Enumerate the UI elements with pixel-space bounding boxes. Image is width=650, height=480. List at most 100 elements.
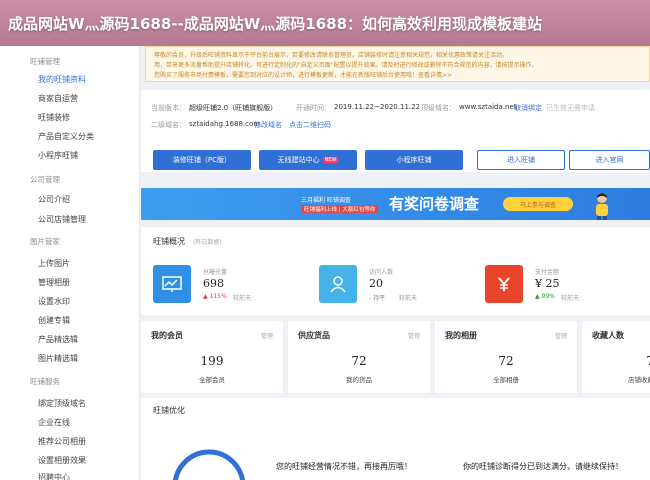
albums-card[interactable]: 我的相册 管理 72 全部相册 xyxy=(435,321,577,393)
enter-shop-button[interactable]: 进入旺铺 xyxy=(477,150,565,170)
domain-label: 顶级域名： xyxy=(421,104,456,112)
ad-tag: 三月福利 旺铺调查 xyxy=(301,197,351,204)
albums-count: 72 xyxy=(498,354,514,368)
title-banner: 成品网站W灬源码1688--成品网站W灬源码1688：如何高效利用现成模板建站 xyxy=(0,0,650,46)
sidebar-item-self-operation[interactable]: 商家自运营 xyxy=(38,93,78,104)
subdomain-label: 二级域名： xyxy=(151,121,186,129)
survey-ad-banner[interactable]: 三月福利 旺铺调查 旺铺福利上线 | 大额红包等你 有奖问卷调查 马上参与调查 xyxy=(141,188,650,220)
stat-exposure-trend: ▲ 115% xyxy=(203,293,227,300)
members-title: 我的会员 xyxy=(151,331,183,340)
albums-title: 我的相册 xyxy=(445,331,477,340)
overview-title: 旺铺概况 xyxy=(153,237,185,246)
stat-payment-label: 支付金额 xyxy=(535,269,560,276)
sidebar-item-create-album[interactable]: 创建专辑 xyxy=(38,315,70,326)
sidebar-item-custom-category[interactable]: 产品自定义分类 xyxy=(38,131,94,142)
stat-visitors-trend: - 持平 xyxy=(369,295,386,302)
notice-bar: 尊敬的会员，升级后旺铺资料显示于平台前台展示，若要修改请联系管理员。店铺装修时请… xyxy=(145,46,650,82)
shop-info-card: 当前版本： 超级旺铺2.0（旺铺旗舰版） 开通时间： 2019.11.22~20… xyxy=(141,90,650,172)
score-gauge-icon xyxy=(173,449,245,480)
sidebar-item-recommend-albums[interactable]: 推荐公司相册 xyxy=(38,436,86,447)
sidebar-group-company[interactable]: 公司管理 xyxy=(30,174,60,185)
ad-headline: 有奖问卷调查 xyxy=(389,195,480,213)
stat-visitors-trend-label: 较前天 xyxy=(399,295,418,302)
decorate-pc-label: 装修旺铺（PC版） xyxy=(172,156,232,164)
optimize-msg-left: 您的旺铺经营情况不错，再接再厉哦！ xyxy=(276,462,412,471)
sidebar-group-images[interactable]: 图片管家 xyxy=(30,236,60,247)
stat-exposure-value: 698 xyxy=(203,277,224,290)
albums-manage-link[interactable]: 管理 xyxy=(555,331,567,340)
products-manage-link[interactable]: 管理 xyxy=(408,331,420,340)
stat-payment-value: ¥ 25 xyxy=(535,277,560,290)
qr-scan-link[interactable]: 点击二维扫码 xyxy=(289,120,331,130)
products-title: 供应货品 xyxy=(298,331,330,340)
person-illustration-icon xyxy=(596,193,608,220)
albums-unit: 全部相册 xyxy=(493,376,519,384)
decorate-pc-button[interactable]: 装修旺铺（PC版） xyxy=(153,150,251,170)
members-manage-link[interactable]: 管理 xyxy=(261,331,273,340)
members-unit: 全部会员 xyxy=(199,376,225,384)
stat-payment-trend: ▲ 99% xyxy=(535,293,555,300)
sidebar-item-upload-images[interactable]: 上传图片 xyxy=(38,258,70,269)
favorites-unit: 店铺收藏 xyxy=(628,376,650,384)
stat-exposure-label: 总曝光量 xyxy=(203,269,228,276)
period-value: 2019.11.22~2020.11.22 xyxy=(334,103,421,111)
optimize-msg-right: 你的旺铺诊断得分已到达满分，请继续保持！ xyxy=(463,462,623,471)
enter-shop-label: 进入旺铺 xyxy=(507,156,535,164)
shop-optimize-card: 旺铺优化 您的旺铺经营情况不错，再接再厉哦！ 你的旺铺诊断得分已到达满分，请继续… xyxy=(141,398,650,480)
unbind-domain-link[interactable]: 取消绑定 xyxy=(514,103,542,113)
sidebar-group-shop[interactable]: 旺铺管理 xyxy=(30,56,60,67)
sidebar-item-product-picks[interactable]: 产品精选辑 xyxy=(38,334,78,345)
ad-cta-button[interactable]: 马上参与调查 xyxy=(503,197,573,211)
favorites-count: 7 xyxy=(586,354,650,368)
overview-subtitle: (昨日数据) xyxy=(193,239,222,246)
sidebar-item-recruitment[interactable]: 招聘中心 xyxy=(38,472,70,480)
members-count: 199 xyxy=(200,354,224,368)
products-count: 72 xyxy=(351,354,367,368)
sidebar-item-decorate[interactable]: 旺铺装修 xyxy=(38,112,70,123)
favorites-card[interactable]: 收藏人数 7 店铺收藏 xyxy=(582,321,650,393)
sidebar-item-image-picks[interactable]: 图片精选辑 xyxy=(38,353,78,364)
domain-status: 已生效无需申请 xyxy=(546,104,595,112)
mini-program-button[interactable]: 小程序旺铺 xyxy=(365,150,463,170)
sidebar-item-album-effects[interactable]: 设置相册效果 xyxy=(38,455,86,466)
version-label: 当前版本： xyxy=(151,104,186,112)
user-icon xyxy=(319,265,357,303)
products-card[interactable]: 供应货品 管理 72 我的货品 xyxy=(288,321,430,393)
ad-tag-red: 旺铺福利上线 | 大额红包等你 xyxy=(301,205,379,213)
notice-line-2: 用，带来更多流量帮助提升店铺转化。可进行定制化的"自定义页面"配置以提升效果。请… xyxy=(154,62,538,69)
sidebar-item-mini-program[interactable]: 小程序旺铺 xyxy=(38,150,78,161)
new-badge: NEW xyxy=(322,157,339,163)
optimize-title: 旺铺优化 xyxy=(153,406,185,415)
sidebar-item-watermark[interactable]: 设置水印 xyxy=(38,296,70,307)
sidebar-item-enterprise-online[interactable]: 企业在线 xyxy=(38,417,70,428)
shop-overview-card: 旺铺概况 (昨日数据) 总曝光量 698 ▲ 115% 较前天 访问人数 20 … xyxy=(141,227,650,315)
enter-site-label: 进入官网 xyxy=(595,156,624,164)
enter-site-button[interactable]: 进入官网 xyxy=(569,150,650,170)
notice-line-3[interactable]: 您购买了服务市场付费模板，需要您到对应的设计师，进行模板更新，才能在新版旺铺后台… xyxy=(154,70,452,79)
sidebar-item-manage-albums[interactable]: 管理相册 xyxy=(38,277,70,288)
sidebar-item-company-intro[interactable]: 公司介绍 xyxy=(38,194,70,205)
sidebar-item-bind-domain[interactable]: 绑定顶级域名 xyxy=(38,398,86,409)
sidebar-group-services[interactable]: 旺铺服务 xyxy=(30,376,60,387)
sidebar-item-shop-profile[interactable]: 我的旺铺资料 xyxy=(38,74,86,85)
subdomain-value: sztaidahg.1688.com xyxy=(189,120,261,128)
products-unit: 我的货品 xyxy=(346,376,372,384)
members-card[interactable]: 我的会员 管理 199 全部会员 xyxy=(141,321,283,393)
stat-visitors-label: 访问人数 xyxy=(369,269,394,276)
sidebar: 旺铺管理 我的旺铺资料 商家自运营 旺铺装修 产品自定义分类 小程序旺铺 公司管… xyxy=(0,46,140,480)
wireless-center-button[interactable]: 无线建站中心 NEW xyxy=(259,150,357,170)
stat-visitors-value: 20 xyxy=(369,277,383,290)
favorites-title: 收藏人数 xyxy=(592,331,624,340)
edit-subdomain-link[interactable]: 修改域名 xyxy=(254,120,282,130)
period-label: 开通时间： xyxy=(296,104,331,112)
sidebar-item-company-shop[interactable]: 公司店铺管理 xyxy=(38,214,86,225)
mini-program-label: 小程序旺铺 xyxy=(396,156,432,164)
stat-exposure-trend-label: 较前天 xyxy=(233,295,252,302)
notice-line-1: 尊敬的会员，升级后旺铺资料显示于平台前台展示，若要修改请联系管理员。店铺装修时请… xyxy=(154,52,509,59)
banner-title: 成品网站W灬源码1688--成品网站W灬源码1688：如何高效利用现成模板建站 xyxy=(8,15,543,33)
yen-icon xyxy=(485,265,523,303)
chart-icon xyxy=(153,265,191,303)
stat-payment-trend-label: 较前天 xyxy=(561,295,580,302)
wireless-center-label: 无线建站中心 xyxy=(277,156,320,164)
version-value: 超级旺铺2.0（旺铺旗舰版） xyxy=(189,104,278,112)
